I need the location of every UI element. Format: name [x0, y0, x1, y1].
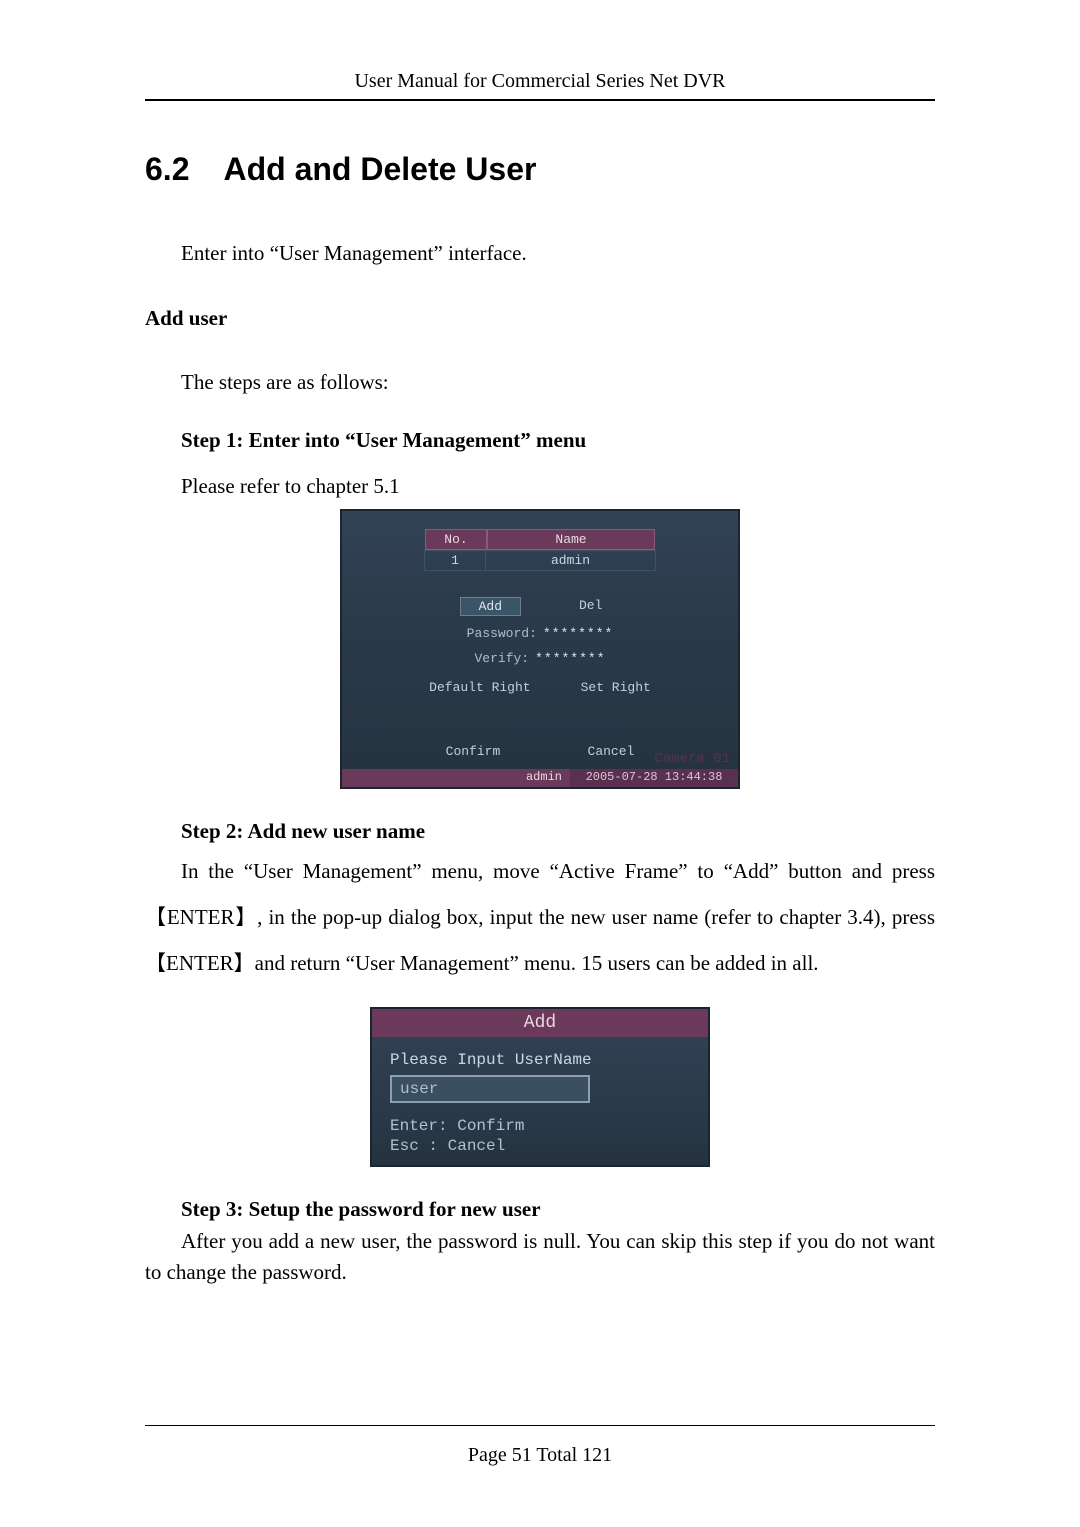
- step2-body: In the “User Management” menu, move “Act…: [145, 848, 935, 987]
- confirm-button[interactable]: Confirm: [446, 744, 501, 759]
- user-management-screenshot: No. Name 1 admin Add Del Password: *****…: [340, 509, 740, 789]
- steps-intro: The steps are as follows:: [145, 367, 935, 399]
- status-bar: admin 2005-07-28 13:44:38: [342, 769, 738, 787]
- page-header: User Manual for Commercial Series Net DV…: [145, 70, 935, 101]
- camera-badge: Camera 01: [654, 751, 730, 767]
- page-footer: Page 51 Total 121: [0, 1425, 1080, 1467]
- cancel-button[interactable]: Cancel: [588, 744, 635, 759]
- cell-name: admin: [486, 551, 655, 570]
- password-value[interactable]: ********: [543, 626, 613, 641]
- col-no: No.: [425, 529, 487, 550]
- status-user: admin: [342, 769, 570, 787]
- dialog-hint-esc: Esc : Cancel: [390, 1137, 690, 1155]
- cell-no: 1: [425, 551, 486, 570]
- add-dialog-screenshot: Add Please Input UserName user Enter: Co…: [370, 1007, 710, 1167]
- step2-heading: Step 2: Add new user name: [145, 819, 935, 844]
- footer-page-num: 51: [512, 1444, 532, 1466]
- default-right-button[interactable]: Default Right: [429, 680, 530, 695]
- section-heading: 6.2 Add and Delete User: [145, 151, 935, 188]
- col-name: Name: [487, 529, 655, 550]
- password-label: Password:: [467, 626, 537, 641]
- intro-text: Enter into “User Management” interface.: [145, 238, 935, 270]
- verify-label: Verify:: [474, 651, 529, 666]
- dialog-title: Add: [372, 1009, 708, 1037]
- del-button[interactable]: Del: [561, 597, 620, 616]
- username-input[interactable]: user: [390, 1075, 590, 1103]
- footer-total-num: 121: [582, 1444, 612, 1466]
- dialog-prompt: Please Input UserName: [390, 1051, 690, 1069]
- verify-value[interactable]: ********: [535, 651, 605, 666]
- footer-total-label: Total: [536, 1444, 577, 1466]
- dialog-hint-enter: Enter: Confirm: [390, 1117, 690, 1135]
- step3-heading: Step 3: Setup the password for new user: [145, 1197, 935, 1222]
- step1-heading: Step 1: Enter into “User Management” men…: [145, 428, 935, 453]
- section-title: Add and Delete User: [223, 151, 536, 187]
- section-number: 6.2: [145, 151, 189, 188]
- footer-page-label: Page: [468, 1444, 507, 1466]
- user-table-row: 1 admin: [424, 550, 656, 571]
- step3-body: After you add a new user, the password i…: [145, 1226, 935, 1289]
- add-user-heading: Add user: [145, 306, 935, 331]
- add-button[interactable]: Add: [460, 597, 521, 616]
- status-time: 2005-07-28 13:44:38: [570, 769, 738, 787]
- set-right-button[interactable]: Set Right: [581, 680, 651, 695]
- user-table-header: No. Name: [425, 529, 655, 550]
- step1-line: Please refer to chapter 5.1: [145, 474, 935, 499]
